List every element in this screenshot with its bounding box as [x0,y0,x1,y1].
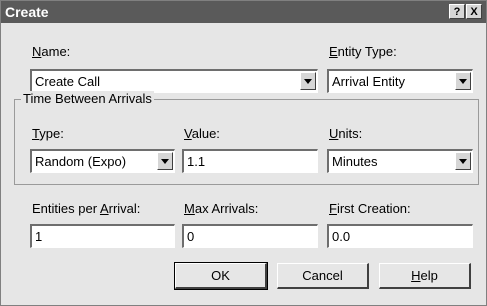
type-value: Random (Expo) [35,154,127,169]
first-creation-input[interactable]: 0.0 [327,224,473,248]
entities-per-arrival-label: Entities per Arrival: [32,201,141,216]
name-value: Create Call [35,74,101,89]
help-icon[interactable]: ? [449,4,465,19]
name-label: Name: [32,44,71,59]
first-creation-label: First Creation: [329,201,411,216]
type-label: Type: [32,126,64,141]
time-between-arrivals-title: Time Between Arrivals [21,91,154,106]
value-label: Value: [184,126,220,141]
entity-type-combobox[interactable]: Arrival Entity [327,69,473,93]
cancel-button[interactable]: Cancel [277,263,369,289]
max-arrivals-label: Max Arrivals: [184,201,259,216]
help-button[interactable]: Help [379,263,471,289]
entity-type-value: Arrival Entity [332,74,405,89]
entity-type-label: Entity Type: [329,44,397,59]
value-input[interactable]: 1.1 [182,149,318,173]
dialog-title: Create [5,4,49,20]
entity-type-dropdown-icon[interactable] [455,72,471,90]
max-arrivals-input[interactable]: 0 [182,224,318,248]
create-dialog: Create ? X Name: Create Call Entity Type… [0,0,487,306]
type-dropdown-icon[interactable] [157,152,173,170]
name-combobox[interactable]: Create Call [30,69,318,93]
units-label: Units: [329,126,363,141]
entities-per-arrival-input[interactable]: 1 [30,224,175,248]
units-combobox[interactable]: Minutes [327,149,473,173]
ok-button[interactable]: OK [174,262,268,290]
title-bar: Create ? X [1,1,486,23]
name-dropdown-icon[interactable] [300,72,316,90]
units-dropdown-icon[interactable] [455,152,471,170]
units-value: Minutes [332,154,378,169]
type-combobox[interactable]: Random (Expo) [30,149,175,173]
close-icon[interactable]: X [466,4,482,19]
